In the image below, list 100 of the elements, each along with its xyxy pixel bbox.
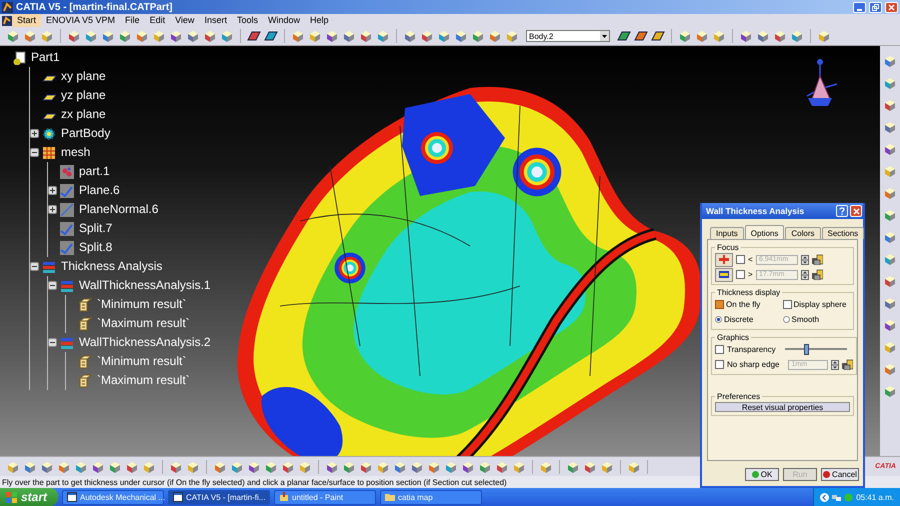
tree-item[interactable]: Split.8 (77, 240, 114, 255)
dialog-button[interactable]: Cancel (821, 468, 859, 481)
tree-item[interactable]: zx plane (59, 107, 108, 122)
taskbar-button[interactable]: Autodesk Mechanical ... (62, 490, 164, 504)
cube-icon[interactable] (108, 460, 122, 474)
cube-icon[interactable] (790, 29, 804, 43)
close-button[interactable] (885, 2, 898, 12)
tree-item[interactable]: `Maximum result` (95, 316, 192, 331)
start-button[interactable]: start (0, 488, 58, 506)
cube-icon[interactable] (427, 460, 441, 474)
tree-item[interactable]: Thickness Analysis (59, 259, 164, 274)
cube-icon[interactable] (756, 29, 770, 43)
cube-icon[interactable] (264, 460, 278, 474)
tab[interactable]: Options (744, 225, 784, 239)
cube-icon[interactable] (883, 164, 897, 178)
cube-icon[interactable] (325, 29, 339, 43)
cube-icon[interactable] (40, 29, 54, 43)
cube-icon[interactable] (539, 460, 553, 474)
cube-icon[interactable] (23, 29, 37, 43)
cube-icon[interactable] (40, 460, 54, 474)
cube-icon[interactable] (883, 98, 897, 112)
cube-icon[interactable] (883, 340, 897, 354)
expand-toggle[interactable] (48, 338, 57, 347)
cube-icon[interactable] (420, 29, 434, 43)
sheet-icon[interactable] (651, 29, 665, 43)
expand-toggle[interactable] (48, 281, 57, 290)
cube-icon[interactable] (101, 29, 115, 43)
menu-item[interactable]: Help (304, 14, 334, 27)
cube-icon[interactable] (695, 29, 709, 43)
tree-item[interactable]: PartBody (59, 126, 112, 141)
menu-item[interactable]: ENOVIA V5 VPM (41, 14, 120, 27)
help-button[interactable] (836, 205, 848, 217)
cube-icon[interactable] (512, 460, 526, 474)
cube-icon[interactable] (247, 460, 261, 474)
cube-icon[interactable] (461, 460, 475, 474)
cube-icon[interactable] (488, 29, 502, 43)
cube-icon[interactable] (118, 29, 132, 43)
cube-icon[interactable] (291, 29, 305, 43)
tab[interactable]: Colors (785, 227, 820, 239)
menu-item[interactable]: File (120, 14, 145, 27)
tree-item[interactable]: PlaneNormal.6 (77, 202, 160, 217)
cube-icon[interactable] (454, 29, 468, 43)
cube-icon[interactable] (678, 29, 692, 43)
checkbox[interactable] (715, 300, 724, 309)
focus-button[interactable] (715, 252, 733, 266)
radio-button[interactable] (782, 316, 790, 323)
cube-icon[interactable] (478, 460, 492, 474)
cube-icon[interactable] (186, 460, 200, 474)
cube-icon[interactable] (74, 460, 88, 474)
cube-icon[interactable] (883, 76, 897, 90)
cube-icon[interactable] (437, 29, 451, 43)
cube-icon[interactable] (883, 274, 897, 288)
expand-toggle[interactable] (48, 205, 57, 214)
tree-item[interactable]: yz plane (59, 88, 108, 103)
tree-item[interactable]: Split.7 (77, 221, 114, 236)
cube-icon[interactable] (471, 29, 485, 43)
cube-icon[interactable] (125, 460, 139, 474)
cube-icon[interactable] (883, 362, 897, 376)
cube-icon[interactable] (883, 120, 897, 134)
spinner-icon[interactable] (801, 270, 809, 280)
cube-icon[interactable] (883, 142, 897, 156)
cube-icon[interactable] (505, 29, 519, 43)
sheet-icon[interactable] (617, 29, 631, 43)
cube-icon[interactable] (325, 460, 339, 474)
tab[interactable]: Sections (822, 227, 864, 239)
cube-icon[interactable] (23, 460, 37, 474)
menu-item[interactable]: Edit (144, 14, 170, 27)
spinner-icon[interactable] (831, 360, 840, 370)
cube-icon[interactable] (817, 29, 831, 43)
cube-icon[interactable] (230, 460, 244, 474)
reset-button[interactable]: Reset visual properties (715, 402, 850, 412)
cube-icon[interactable] (376, 460, 390, 474)
menu-item[interactable]: Insert (199, 14, 232, 27)
close-button[interactable] (850, 205, 862, 217)
cube-icon[interactable] (169, 29, 183, 43)
cubes-icon[interactable] (812, 269, 823, 280)
cube-icon[interactable] (566, 460, 580, 474)
cube-icon[interactable] (213, 460, 227, 474)
expand-toggle[interactable] (48, 186, 57, 195)
restore-button[interactable] (869, 2, 882, 12)
cubes-icon[interactable] (812, 254, 823, 265)
sheet-icon[interactable] (247, 29, 261, 43)
cube-icon[interactable] (169, 460, 183, 474)
checkbox[interactable] (715, 345, 724, 354)
cube-icon[interactable] (142, 460, 156, 474)
taskbar-button[interactable]: CATIA V5 - [martin-fi... (168, 490, 270, 504)
cube-icon[interactable] (57, 460, 71, 474)
tree-item[interactable]: `Minimum result` (95, 297, 188, 312)
focus-button[interactable] (715, 268, 733, 282)
cube-icon[interactable] (495, 460, 509, 474)
tree-item[interactable]: `Minimum result` (95, 354, 188, 369)
cube-icon[interactable] (67, 29, 81, 43)
cube-icon[interactable] (739, 29, 753, 43)
cube-icon[interactable] (91, 460, 105, 474)
cube-icon[interactable] (359, 29, 373, 43)
cube-icon[interactable] (393, 460, 407, 474)
cube-icon[interactable] (583, 460, 597, 474)
menu-item[interactable]: View (170, 14, 200, 27)
cube-icon[interactable] (883, 208, 897, 222)
tree-item[interactable]: mesh (59, 145, 92, 160)
